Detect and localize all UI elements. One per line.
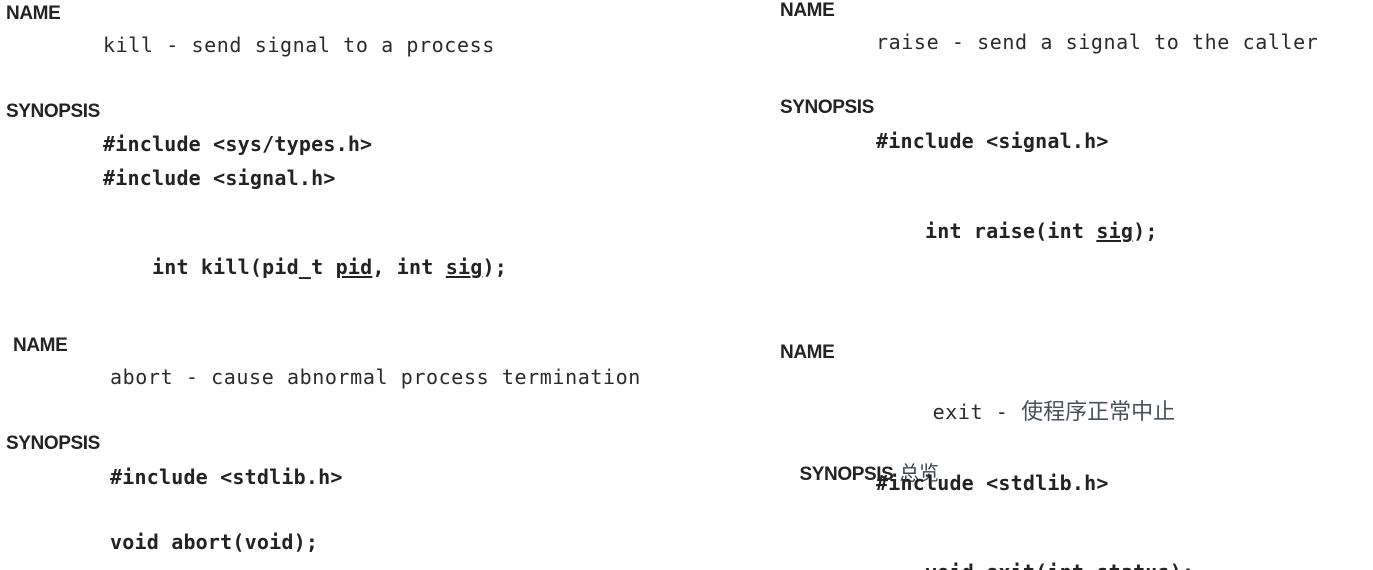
synopsis-heading: SYNOPSIS (6, 101, 100, 122)
exit-include-0: #include <stdlib.h> (876, 471, 1109, 495)
synopsis-heading: SYNOPSIS (780, 97, 874, 118)
exit-summary-text-cjk: 使程序正常中止 (1021, 400, 1176, 425)
kill-param-sig: sig (445, 255, 483, 279)
synopsis-heading: SYNOPSIS (6, 433, 100, 454)
manpage-panel-abort: NAME abort - cause abnormal process term… (0, 330, 640, 570)
abort-include-0: #include <stdlib.h> (110, 465, 343, 489)
name-heading: NAME (13, 335, 68, 356)
manpage-panel-raise: NAME raise - send a signal to the caller… (766, 0, 1373, 330)
kill-include-0: #include <sys/types.h> (103, 132, 373, 156)
kill-prototype: int kill(pid_t pid, int sig); (103, 231, 507, 303)
abort-summary-line: abort - cause abnormal process terminati… (110, 365, 641, 389)
manpage-panel-exit: NAME exit - 使程序正常中止 SYNOPSIS 总览 #include… (766, 330, 1373, 570)
manpage-panel-kill: NAME kill - send signal to a process SYN… (0, 0, 607, 330)
kill-prototype-middle: , int (372, 255, 446, 279)
raise-prototype-suffix: ); (1133, 219, 1158, 243)
raise-param-sig: sig (1096, 219, 1134, 243)
exit-prototype-suffix: ); (1170, 560, 1194, 570)
exit-param-status: status (1096, 560, 1169, 570)
raise-prototype: int raise(int sig); (876, 195, 1158, 267)
raise-summary-line: raise - send a signal to the caller (876, 30, 1319, 54)
exit-summary-command: exit (932, 400, 984, 424)
kill-prototype-prefix: int kill(pid_t (151, 255, 336, 279)
exit-summary-dash-spacer: - (983, 400, 1022, 424)
exit-prototype: void exit(int status); (876, 536, 1194, 570)
abort-prototype: void abort(void); (110, 530, 319, 554)
kill-param-pid: pid (335, 255, 373, 279)
kill-include-1: #include <signal.h> (103, 166, 336, 190)
name-heading: NAME (6, 3, 61, 24)
kill-prototype-suffix: ); (482, 255, 507, 279)
kill-summary-line: kill - send signal to a process (103, 33, 495, 57)
raise-include-0: #include <signal.h> (876, 129, 1109, 153)
raise-prototype-prefix: int raise(int (924, 219, 1097, 243)
exit-prototype-prefix: void exit(int (925, 560, 1096, 570)
name-heading: NAME (780, 0, 835, 21)
name-heading: NAME (780, 342, 835, 363)
